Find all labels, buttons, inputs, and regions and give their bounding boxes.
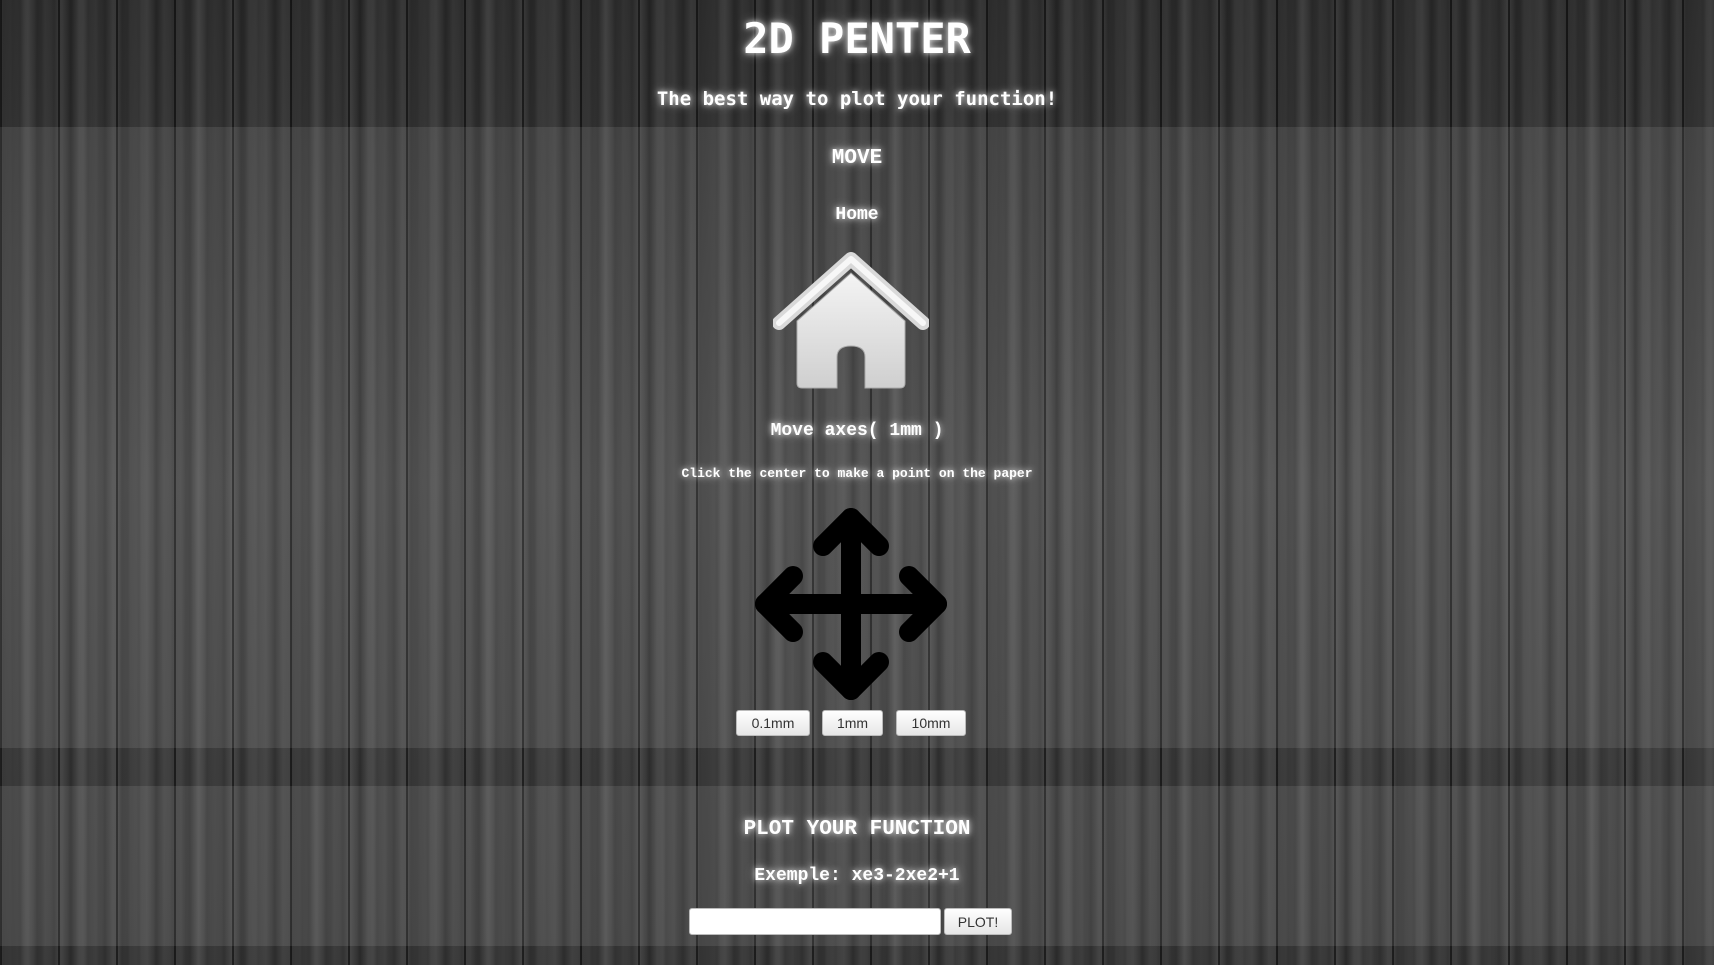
page-subtitle: The best way to plot your function! bbox=[656, 88, 1058, 110]
page-title: 2D PENTER bbox=[743, 14, 971, 63]
home-label: Home bbox=[835, 205, 879, 225]
home-button[interactable] bbox=[772, 249, 930, 395]
move-hint: Click the center to make a point on the … bbox=[681, 466, 1033, 481]
step-1mm-button[interactable]: 1mm bbox=[822, 710, 883, 736]
function-input[interactable] bbox=[689, 908, 941, 935]
move-section-title: MOVE bbox=[831, 147, 883, 170]
move-arrows-button[interactable] bbox=[749, 502, 953, 706]
plot-example: Exemple: xe3-2xe2+1 bbox=[754, 866, 960, 886]
plot-button[interactable]: PLOT! bbox=[944, 908, 1012, 935]
plot-section-title: PLOT YOUR FUNCTION bbox=[743, 818, 971, 841]
move-axes-label: Move axes( 1mm ) bbox=[770, 421, 944, 441]
step-10mm-button[interactable]: 10mm bbox=[896, 710, 966, 736]
step-0.1mm-button[interactable]: 0.1mm bbox=[736, 710, 810, 736]
move-panel: MOVE Home Move axes( 1mm ) Click the cen… bbox=[0, 127, 1714, 748]
plot-panel: PLOT YOUR FUNCTION Exemple: xe3-2xe2+1 P… bbox=[0, 786, 1714, 946]
house-icon bbox=[772, 252, 930, 389]
four-way-arrows-icon bbox=[755, 508, 947, 700]
page-header: 2D PENTER The best way to plot your func… bbox=[0, 0, 1714, 127]
